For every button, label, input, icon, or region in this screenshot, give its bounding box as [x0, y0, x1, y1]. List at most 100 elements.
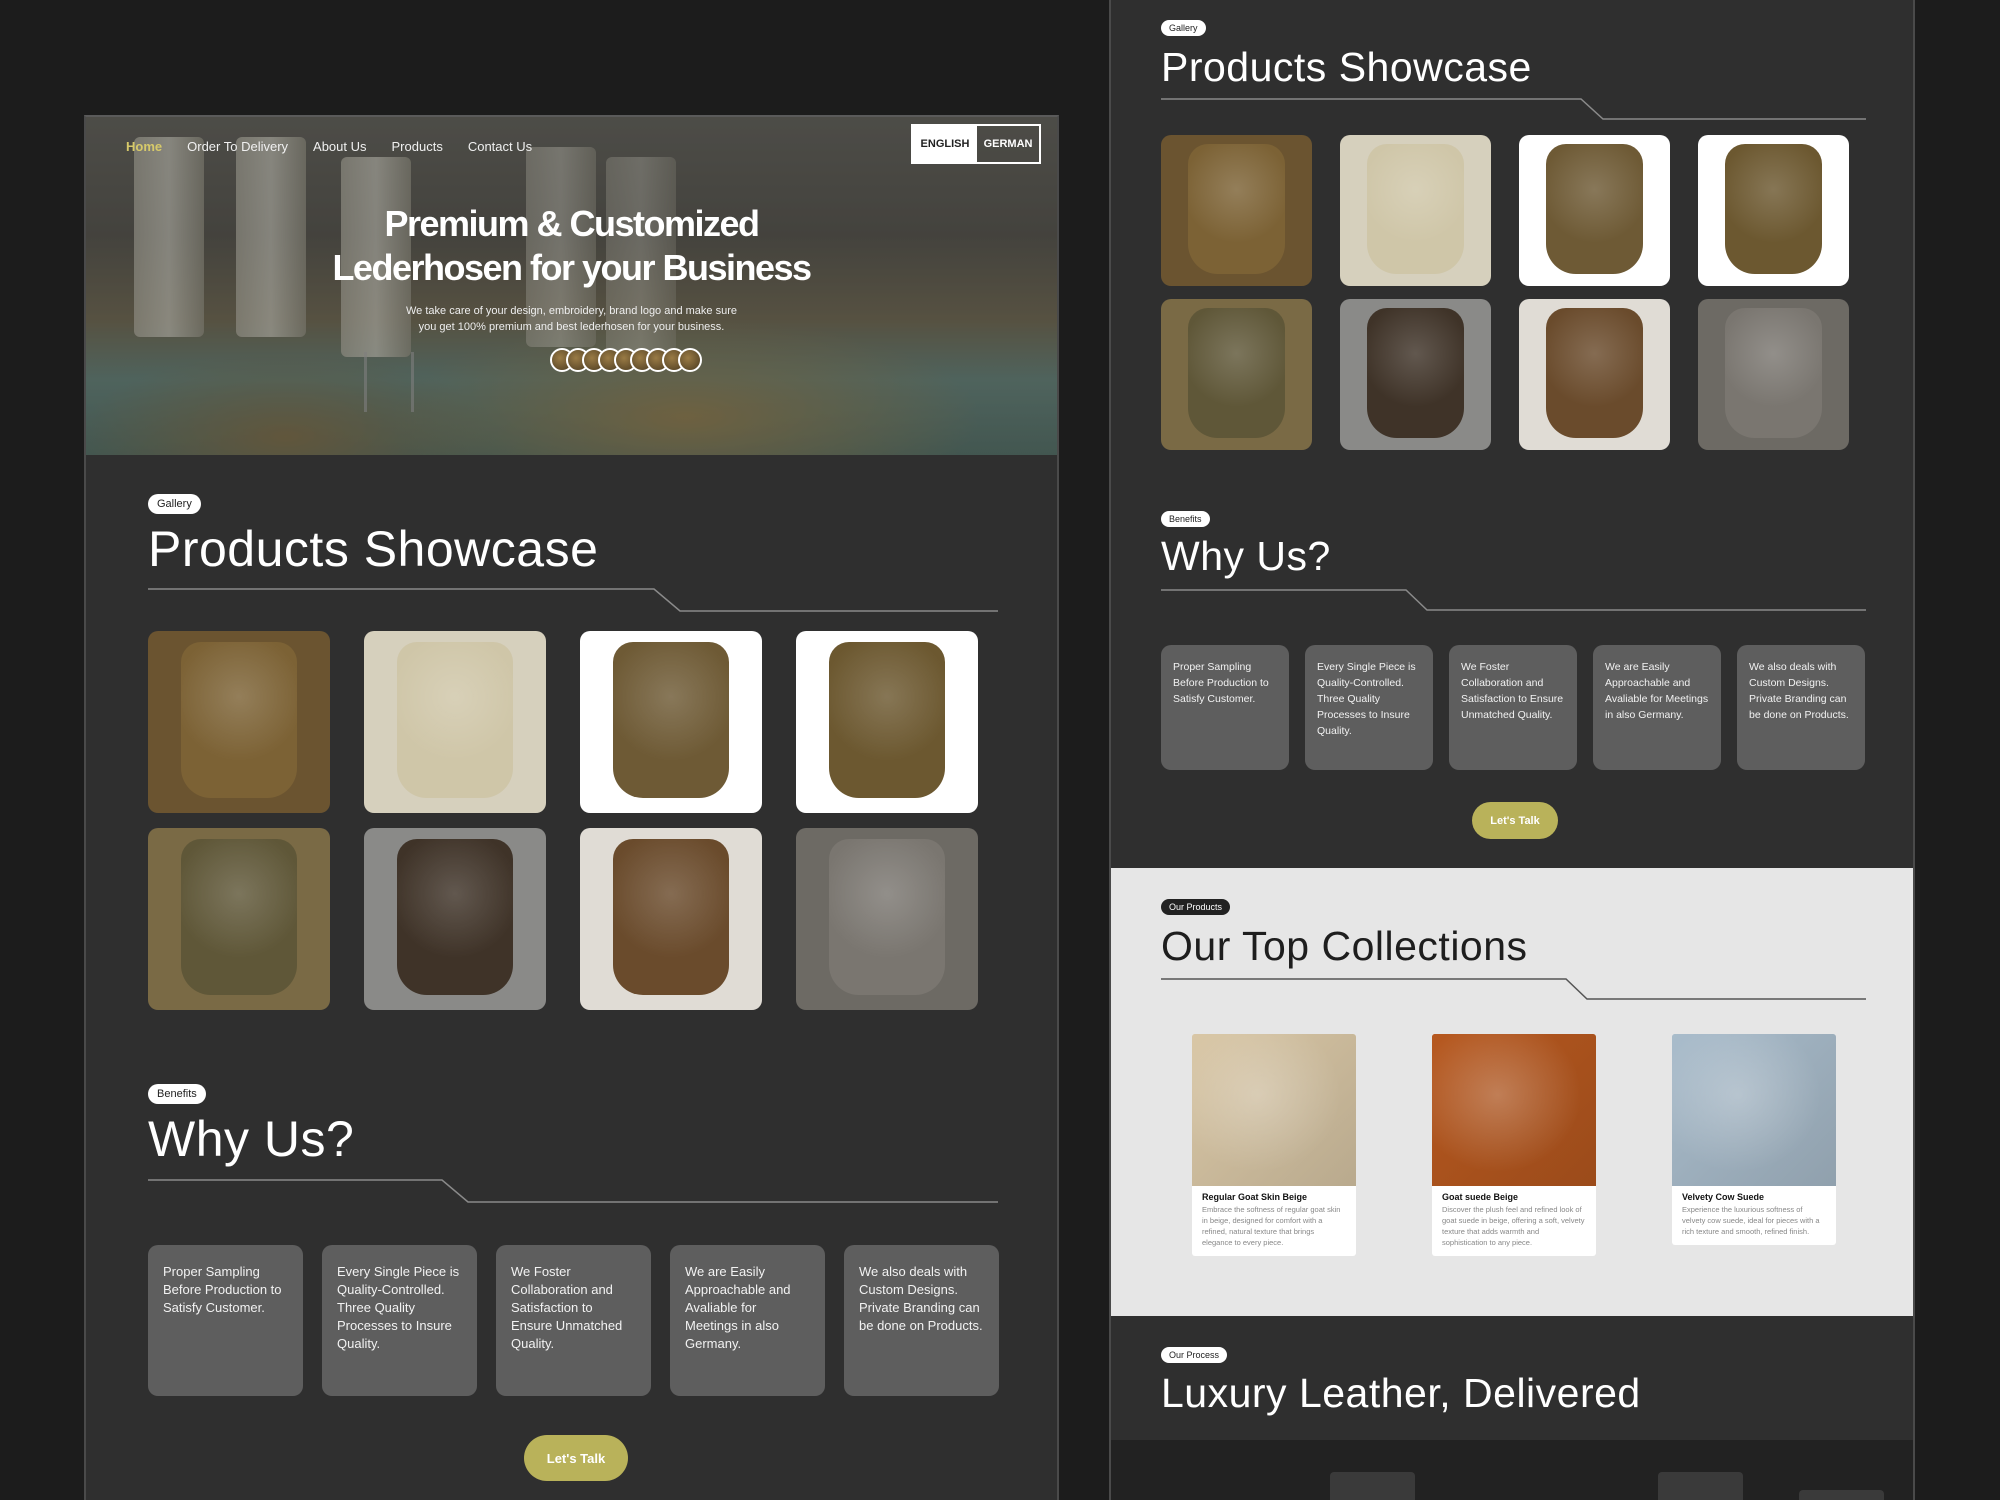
gallery-image[interactable] [796, 631, 978, 813]
benefit-card: We are Easily Approachable and Avaliable… [1593, 645, 1721, 770]
lederhosen-photo [1188, 144, 1285, 274]
lederhosen-photo [828, 641, 946, 799]
hero-title-line2: Lederhosen for your Business [332, 247, 812, 288]
why-us-title: Why Us? [1161, 533, 1331, 579]
collection-card[interactable]: Velvety Cow Suede Experience the luxuriou… [1672, 1034, 1836, 1245]
gallery-image[interactable] [1519, 299, 1670, 450]
benefit-card-text: We Foster Collaboration and Satisfaction… [511, 1264, 623, 1351]
nav-contact-us[interactable]: Contact Us [468, 139, 532, 154]
benefit-card-text: Every Single Piece is Quality-Controlled… [1317, 661, 1416, 737]
gallery-image[interactable] [364, 828, 546, 1010]
benefit-card-text: Proper Sampling Before Production to Sat… [163, 1264, 282, 1315]
nav-about-us[interactable]: About Us [313, 139, 366, 154]
hero-subtitle-line1: We take care of your design, embroidery,… [406, 305, 737, 317]
lederhosen-photo [1725, 144, 1822, 274]
lederhosen-photo [612, 838, 730, 996]
gallery-grid [1161, 135, 1849, 450]
benefit-card-text: We Foster Collaboration and Satisfaction… [1461, 661, 1564, 721]
benefit-card-text: Proper Sampling Before Production to Sat… [1173, 661, 1269, 705]
products-showcase-title: Products Showcase [1161, 44, 1532, 90]
collection-description: Embrace the softness of regular goat ski… [1202, 1205, 1341, 1247]
gallery-image[interactable] [580, 631, 762, 813]
nav-home[interactable]: Home [126, 139, 162, 154]
collection-name: Velvety Cow Suede [1682, 1192, 1765, 1202]
scrolled-page-mockup: Gallery Products Showcase Benefits Why U… [1109, 0, 1915, 1500]
benefits-badge: Benefits [148, 1084, 206, 1104]
avatar [678, 348, 702, 372]
nav-order-to-delivery[interactable]: Order To Delivery [187, 139, 288, 154]
language-switcher: ENGLISH GERMAN [911, 124, 1041, 164]
process-step-icon [1330, 1472, 1415, 1500]
lederhosen-photo [396, 838, 514, 996]
our-products-badge: Our Products [1161, 899, 1231, 915]
benefit-card-text: We also deals with Custom Designs. Priva… [1749, 661, 1849, 721]
gallery-image[interactable] [148, 828, 330, 1010]
lets-talk-button[interactable]: Let's Talk [1472, 802, 1558, 839]
lederhosen-photo [1188, 308, 1285, 438]
lederhosen-photo [1367, 144, 1464, 274]
hero-section: Home Order To Delivery About Us Products… [86, 117, 1057, 455]
nav-products[interactable]: Products [392, 139, 443, 154]
lets-talk-button[interactable]: Let's Talk [524, 1435, 628, 1481]
lederhosen-photo [612, 641, 730, 799]
benefit-card-text: Every Single Piece is Quality-Controlled… [337, 1264, 460, 1351]
products-showcase-title: Products Showcase [148, 521, 599, 577]
why-us-title: Why Us? [148, 1111, 355, 1167]
gallery-image[interactable] [364, 631, 546, 813]
hero-title-line1: Premium & Customized [384, 203, 760, 244]
fabric-swatch-image [1192, 1034, 1356, 1186]
lang-english-button[interactable]: ENGLISH [913, 126, 977, 162]
gallery-image[interactable] [1698, 135, 1849, 286]
gallery-image[interactable] [580, 828, 762, 1010]
lederhosen-photo [1367, 308, 1464, 438]
lederhosen-photo [396, 641, 514, 799]
hero-title: Premium & Customized Lederhosen for your… [86, 202, 1057, 290]
benefit-card-text: We are Easily Approachable and Avaliable… [1605, 661, 1709, 721]
benefit-cards: Proper Sampling Before Production to Sat… [1161, 645, 1865, 770]
gallery-image[interactable] [1340, 299, 1491, 450]
section-divider [1161, 589, 1866, 611]
benefit-card: Every Single Piece is Quality-Controlled… [322, 1245, 477, 1396]
benefit-card: Proper Sampling Before Production to Sat… [1161, 645, 1289, 770]
lederhosen-photo [1725, 308, 1822, 438]
section-divider [1161, 978, 1866, 1000]
gallery-image[interactable] [1519, 135, 1670, 286]
gallery-image[interactable] [1161, 135, 1312, 286]
gallery-image[interactable] [1161, 299, 1312, 450]
benefit-card-text: We are Easily Approachable and Avaliable… [685, 1264, 791, 1351]
gallery-image[interactable] [1698, 299, 1849, 450]
benefit-card: We are Easily Approachable and Avaliable… [670, 1245, 825, 1396]
lang-german-button[interactable]: GERMAN [977, 126, 1039, 162]
hero-subtitle-line2: you get 100% premium and best lederhosen… [418, 321, 725, 333]
benefit-card: We Foster Collaboration and Satisfaction… [496, 1245, 651, 1396]
benefit-card: Proper Sampling Before Production to Sat… [148, 1245, 303, 1396]
fabric-swatch-image [1432, 1034, 1596, 1186]
lederhosen-photo [828, 838, 946, 996]
process-strip [1111, 1440, 1913, 1500]
collection-name: Goat suede Beige [1442, 1192, 1519, 1202]
desktop-page-mockup: Home Order To Delivery About Us Products… [84, 115, 1059, 1500]
benefit-card: We Foster Collaboration and Satisfaction… [1449, 645, 1577, 770]
benefit-card: We also deals with Custom Designs. Priva… [1737, 645, 1865, 770]
section-divider [1161, 98, 1866, 120]
fabric-swatch-image [1672, 1034, 1836, 1186]
benefits-badge: Benefits [1161, 511, 1210, 527]
benefit-card-text: We also deals with Custom Designs. Priva… [859, 1264, 983, 1333]
process-title: Luxury Leather, Delivered [1161, 1370, 1641, 1416]
collection-description: Experience the luxurious softness of vel… [1682, 1205, 1820, 1236]
product-avatar-row [550, 348, 702, 372]
gallery-image[interactable] [1340, 135, 1491, 286]
gallery-badge: Gallery [1161, 20, 1206, 36]
process-step-icon [1658, 1472, 1743, 1500]
gallery-image[interactable] [796, 828, 978, 1010]
section-divider [148, 1179, 998, 1203]
collection-name: Regular Goat Skin Beige [1202, 1192, 1308, 1202]
gallery-image[interactable] [148, 631, 330, 813]
lederhosen-photo [1546, 144, 1643, 274]
lederhosen-photo [180, 641, 298, 799]
collections-section: Our Products Our Top Collections Regular… [1111, 868, 1913, 1316]
collection-card[interactable]: Regular Goat Skin Beige Embrace the softn… [1192, 1034, 1356, 1256]
collection-card[interactable]: Goat suede Beige Discover the plush feel … [1432, 1034, 1596, 1256]
benefit-card: Every Single Piece is Quality-Controlled… [1305, 645, 1433, 770]
gallery-grid [148, 631, 978, 1010]
